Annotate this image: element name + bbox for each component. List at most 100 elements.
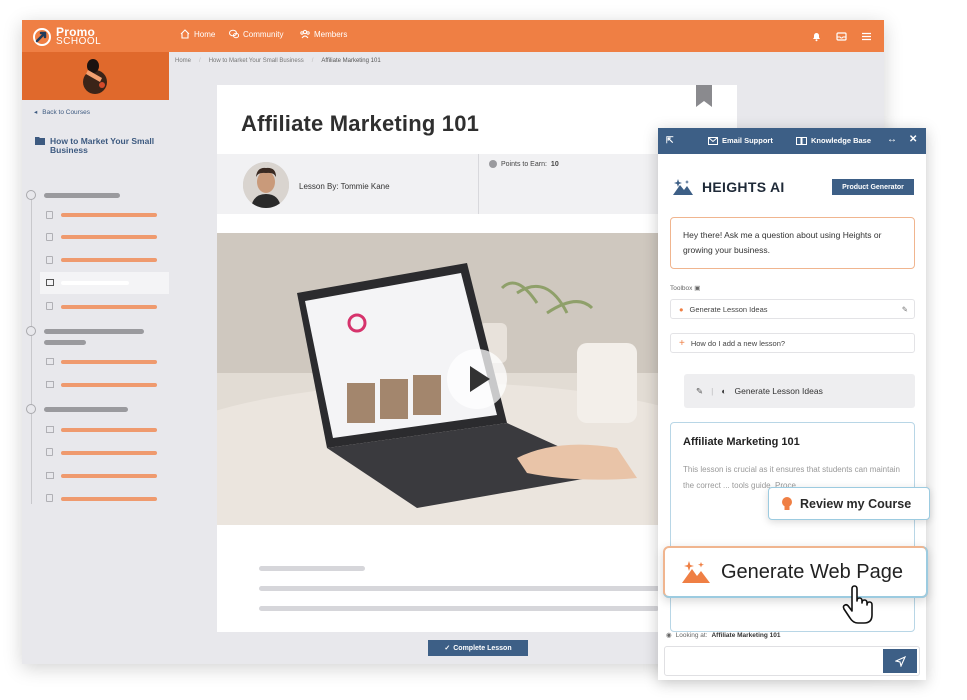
- document-icon: [46, 302, 53, 310]
- course-title[interactable]: How to Market Your Small Business: [50, 137, 160, 155]
- ai-brand: HEIGHTS AI: [672, 178, 785, 196]
- toolbox-text: Toolbox: [670, 285, 693, 292]
- tree-line: [31, 334, 32, 406]
- collapse-icon[interactable]: ⇱: [666, 135, 674, 146]
- breadcrumb-current: Affiliate Marketing 101: [321, 58, 381, 64]
- toolbox-icon: ▣: [694, 285, 701, 292]
- section-status-circle: [26, 404, 36, 414]
- knowledge-base-link[interactable]: Knowledge Base: [796, 136, 871, 145]
- folder-icon: [35, 137, 45, 145]
- lesson-title-placeholder[interactable]: [61, 474, 157, 478]
- bell-icon[interactable]: [811, 29, 822, 42]
- generate-web-label: Generate Web Page: [721, 560, 903, 583]
- home-icon: [180, 29, 190, 39]
- close-icon[interactable]: ✕: [909, 134, 917, 145]
- lesson-title-placeholder: [61, 281, 129, 285]
- divider: |: [711, 386, 714, 396]
- lesson-title-placeholder[interactable]: [61, 258, 157, 262]
- sparkle-mountain-icon: [673, 179, 693, 195]
- plus-icon: +: [679, 337, 685, 349]
- points-value: 10: [550, 160, 559, 168]
- points-to-earn: Points to Earn: 10: [489, 160, 559, 168]
- lesson-author: Lesson By: Tommie Kane: [299, 182, 390, 191]
- top-navbar: Promo SCHOOL Home Community Members: [22, 20, 884, 52]
- ai-greeting: Hey there! Ask me a question about using…: [670, 217, 915, 269]
- back-to-courses-link[interactable]: ◂ Back to Courses: [34, 108, 90, 116]
- ai-output-card: Affiliate Marketing 101 This lesson is c…: [670, 422, 915, 632]
- lesson-title-placeholder[interactable]: [61, 497, 157, 501]
- email-support-link[interactable]: Email Support: [708, 136, 773, 145]
- looking-value: Affiliate Marketing 101: [711, 631, 781, 639]
- lesson-title-placeholder[interactable]: [61, 451, 157, 455]
- section-title-placeholder[interactable]: [44, 329, 144, 334]
- document-icon: [46, 494, 53, 502]
- course-sidebar: ◂ Back to Courses How to Market Your Smal…: [22, 52, 169, 664]
- wand-icon[interactable]: ✎: [902, 305, 908, 314]
- inbox-icon[interactable]: [836, 29, 847, 41]
- ai-chat-input[interactable]: [664, 646, 920, 676]
- sparkle-mountain-icon: [682, 561, 710, 583]
- logo[interactable]: Promo SCHOOL: [32, 25, 112, 49]
- generate-web-page-button[interactable]: Generate Web Page: [663, 546, 928, 598]
- lesson-title-placeholder[interactable]: [61, 213, 157, 217]
- lightbulb-icon: [782, 496, 792, 510]
- lesson-title-placeholder[interactable]: [61, 383, 157, 387]
- lesson-title-placeholder[interactable]: [61, 235, 157, 239]
- lesson-title-placeholder[interactable]: [61, 305, 157, 309]
- lesson-title-placeholder[interactable]: [61, 428, 157, 432]
- nav-community[interactable]: Community: [229, 29, 283, 39]
- chevron-left-icon: ◂: [34, 109, 38, 116]
- complete-lesson-button[interactable]: ✓ Complete Lesson: [428, 640, 528, 656]
- nav-members-label: Members: [314, 29, 348, 39]
- logo-mark-icon: [33, 28, 51, 46]
- section-status-circle: [26, 326, 36, 336]
- document-icon: [46, 448, 53, 456]
- review-label: Review my Course: [800, 496, 912, 511]
- course-thumbnail: [22, 52, 169, 100]
- avatar: [243, 162, 289, 208]
- eye-icon: ◉: [666, 632, 672, 639]
- members-icon: [300, 29, 310, 39]
- breadcrumb-separator: /: [311, 58, 314, 64]
- ai-brand-name: HEIGHTS AI: [702, 179, 785, 195]
- menu-icon[interactable]: [861, 29, 872, 41]
- expand-icon[interactable]: ↔: [887, 134, 897, 145]
- output-title: Affiliate Marketing 101: [683, 436, 800, 448]
- back-to-courses-label: Back to Courses: [42, 109, 90, 116]
- lesson-title: Affiliate Marketing 101: [241, 111, 480, 136]
- section-status-circle: [26, 190, 36, 200]
- product-generator-button[interactable]: Product Generator: [832, 179, 914, 195]
- nav-members[interactable]: Members: [300, 29, 347, 39]
- tool-question-label: How do I add a new lesson?: [690, 338, 786, 348]
- chat-icon: [229, 29, 239, 39]
- breadcrumb-home[interactable]: Home: [175, 58, 191, 64]
- generate-lesson-ideas-action[interactable]: ✎ | ◐ Generate Lesson Ideas: [684, 374, 915, 408]
- tool-generate-label: Generate Lesson Ideas: [689, 304, 768, 314]
- tree-line: [31, 198, 32, 328]
- breadcrumb-course[interactable]: How to Market Your Small Business: [209, 58, 304, 64]
- document-icon: [46, 233, 53, 241]
- mail-icon: [708, 136, 718, 145]
- tool-generate-lesson-ideas[interactable]: ● Generate Lesson Ideas ✎: [670, 299, 915, 319]
- breadcrumb-separator: /: [199, 58, 201, 64]
- review-my-course-button[interactable]: Review my Course: [768, 487, 930, 520]
- send-button[interactable]: [883, 649, 917, 673]
- hand-cursor-icon: [842, 585, 873, 624]
- play-button[interactable]: [447, 349, 507, 409]
- top-icons: [811, 29, 872, 42]
- video-icon: [46, 279, 54, 286]
- section-title-placeholder[interactable]: [44, 407, 128, 412]
- section-title-placeholder[interactable]: [44, 193, 120, 198]
- divider: [478, 154, 479, 214]
- document-icon: [46, 256, 53, 264]
- points-label: Points to Earn:: [501, 160, 547, 168]
- brain-icon: ◐: [721, 386, 727, 396]
- bookmark-icon[interactable]: [696, 85, 712, 107]
- looking-at: ◉ Looking at: Affiliate Marketing 101: [666, 631, 781, 640]
- logo-text-school: SCHOOL: [56, 36, 102, 47]
- nav-home[interactable]: Home: [180, 29, 215, 39]
- lesson-title-placeholder[interactable]: [61, 360, 157, 364]
- toolbox-label: Toolbox ▣: [670, 284, 700, 292]
- video-icon: [46, 381, 54, 388]
- tool-ask-question[interactable]: + How do I add a new lesson?: [670, 333, 915, 353]
